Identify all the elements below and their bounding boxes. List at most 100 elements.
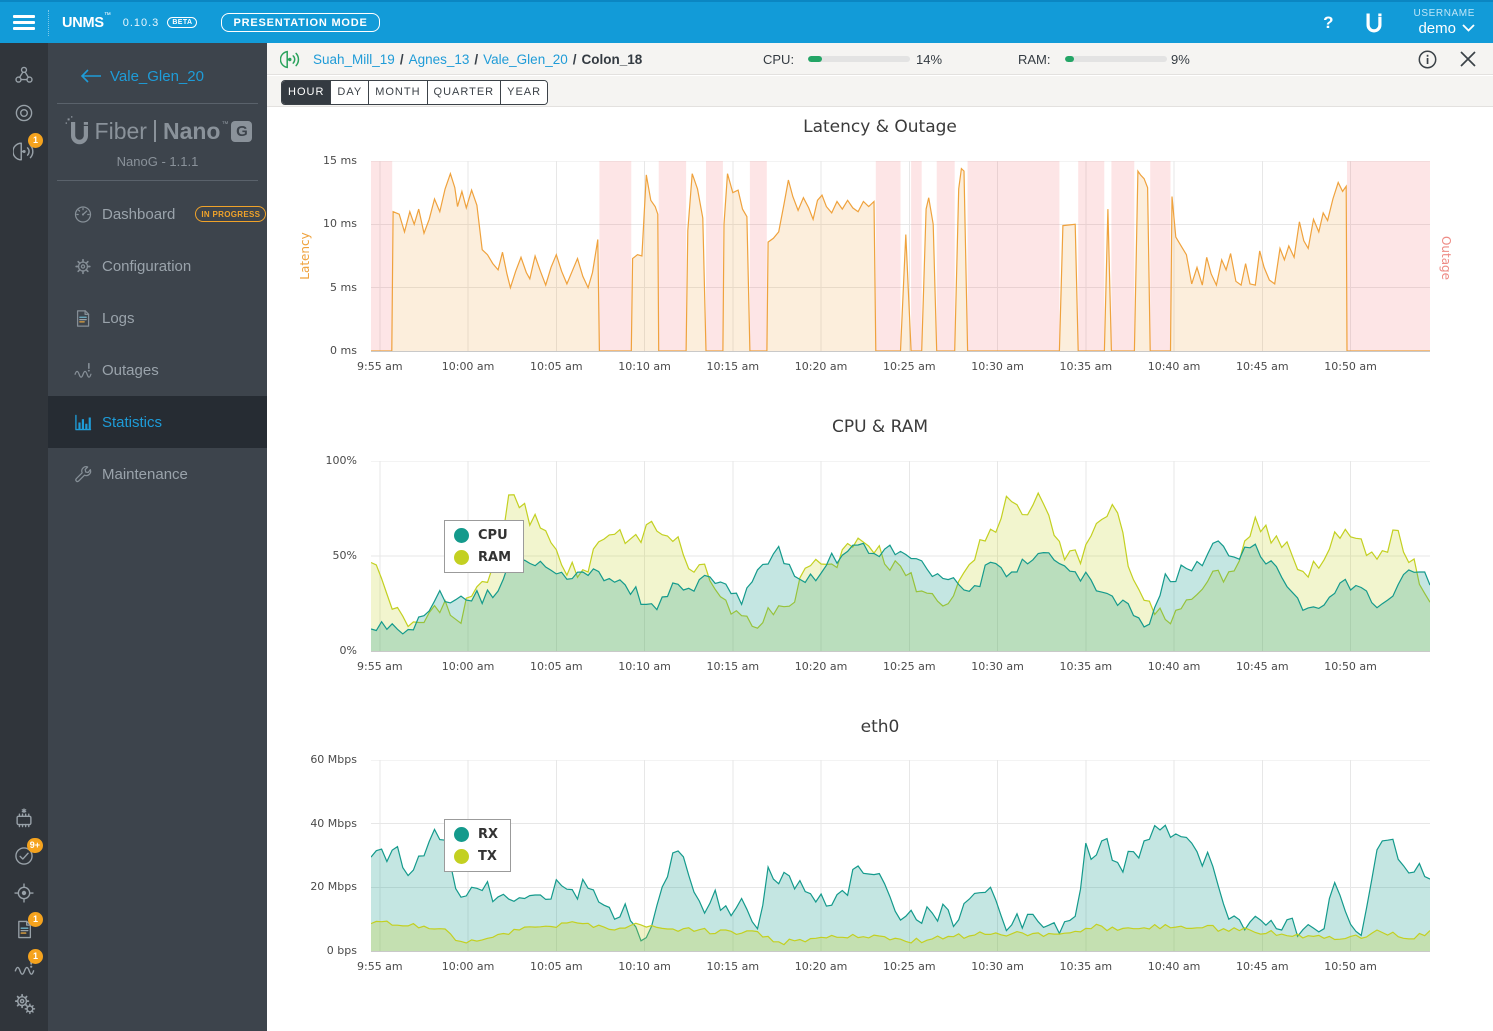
ram-progress-bar [1064,56,1167,62]
chart-title: CPU & RAM [831,417,929,437]
statistics-icon [73,412,93,433]
tab-hour[interactable]: HOUR [282,81,332,104]
x-tick-label: 10:05 am [529,360,583,373]
x-tick-label: 10:50 am [1324,960,1377,973]
rail-item-logs[interactable]: 1 [0,911,48,948]
unms-logo[interactable]: UNMS™ [62,12,111,31]
logo-nano-text: Nano [162,117,221,144]
help-button[interactable]: ? [1323,13,1333,33]
chart-plot[interactable] [371,161,1430,352]
y-tick-label: 15 ms [323,154,357,167]
legend-dot [454,550,469,565]
rail-item-outages[interactable]: 1 [0,948,48,985]
ubiquiti-logo-icon[interactable] [1362,10,1386,36]
rail-item-settings[interactable] [0,985,48,1022]
sidebar-menu: Dashboard IN PROGRESS Configuration Logs … [48,181,267,500]
chart-legend: CPU RAM [444,520,525,573]
x-tick-label: 10:25 am [882,360,936,373]
logo-separator [153,120,156,142]
breadcrumb-separator: / [474,51,479,67]
x-tick-label: 10:10 am [618,360,671,373]
x-tick-label: 10:15 am [706,360,760,373]
chart-title: Latency & Outage [803,117,957,137]
sidebar: Vale_Glen_20 Fiber Nano ™ G NanoG - 1.1.… [48,43,267,1031]
close-button[interactable] [1459,50,1477,68]
legend-item-ram[interactable]: RAM [454,550,511,565]
rail-item-firmware[interactable] [0,800,48,837]
devices-icon [13,102,35,124]
x-tick-label: 10:00 am [441,360,495,373]
tab-year[interactable]: YEAR [501,81,548,104]
outages-icon [73,360,93,381]
ram-value: 9% [1171,51,1190,67]
tab-day[interactable]: DAY [331,81,370,104]
x-tick-label: 10:35 am [1059,960,1113,973]
sites-icon [13,64,35,86]
rail-item-discovery[interactable] [0,874,48,911]
chart-title: eth0 [860,717,900,737]
back-to-site-link[interactable]: Vale_Glen_20 [48,43,267,103]
x-tick-label: 10:25 am [882,660,936,673]
firmware-icon [13,807,35,830]
x-tick-label: 10:45 am [1235,960,1289,973]
user-menu[interactable]: USERNAME demo [1414,8,1475,37]
discovery-icon [13,882,35,904]
rail-item-tasks[interactable]: 9+ [0,837,48,874]
device-header-bar: Suah_Mill_19/Agnes_13/Vale_Glen_20/Colon… [267,43,1493,75]
in-progress-badge: IN PROGRESS [195,206,267,222]
logo-g-badge: G [231,120,253,142]
tab-month[interactable]: MONTH [369,81,428,104]
legend-item-rx[interactable]: RX [454,827,498,842]
breadcrumb-link[interactable]: Suah_Mill_19 [313,52,395,67]
x-tick-label: 10:45 am [1235,660,1289,673]
chart-plot[interactable] [371,461,1430,652]
x-tick-label: 10:10 am [618,660,671,673]
legend-dot [454,528,469,543]
rail-item-antenna[interactable]: 1 [0,132,48,170]
notification-badge: 1 [28,133,43,148]
y-tick-label: 40 Mbps [310,816,357,830]
sidebar-item-outages[interactable]: Outages [48,344,267,396]
notification-badge: 1 [28,949,43,964]
x-tick-label: 10:25 am [882,960,936,973]
x-tick-label: 10:30 am [971,360,1024,373]
legend-label: RAM [478,550,512,565]
sidebar-item-logs[interactable]: Logs [48,292,267,344]
logs-icon [73,308,93,329]
legend-item-cpu[interactable]: CPU [454,528,511,543]
device-logo: Fiber Nano ™ G [48,115,267,147]
x-tick-label: 10:35 am [1059,660,1113,673]
legend-item-tx[interactable]: TX [454,849,498,864]
topbar-right: ? USERNAME demo [1323,8,1493,37]
legend-label: RX [478,827,499,842]
close-icon [1460,51,1476,67]
sidebar-item-label: Maintenance [102,465,188,483]
cpu-progress-bar [808,56,911,62]
presentation-mode-button[interactable]: PRESENTATION MODE [221,13,380,32]
rail-item-devices[interactable] [0,94,48,132]
sidebar-item-statistics[interactable]: Statistics [48,396,267,448]
legend-label: CPU [478,528,508,543]
cpu-label: CPU: [763,51,795,67]
maintenance-icon [73,464,93,485]
topbar-left: UNMS™ 0.10.3 BETA PRESENTATION MODE [0,2,380,43]
hamburger-menu-button[interactable] [0,2,48,43]
rail-item-sites[interactable] [0,56,48,94]
chart-plot[interactable] [371,760,1430,952]
notification-badge: 1 [28,912,43,927]
x-tick-label: 10:35 am [1059,360,1113,373]
tab-quarter[interactable]: QUARTER [427,81,502,104]
ram-label: RAM: [1018,51,1051,67]
y-tick-label: 10 ms [323,217,357,231]
sidebar-item-configuration[interactable]: Configuration [48,240,267,292]
sidebar-item-maintenance[interactable]: Maintenance [48,448,267,500]
info-button[interactable] [1418,50,1437,69]
breadcrumb-link[interactable]: Vale_Glen_20 [483,52,568,67]
sidebar-item-dashboard[interactable]: Dashboard IN PROGRESS [48,188,267,240]
topbar-divider [48,9,49,36]
x-tick-label: 10:20 am [794,960,848,973]
breadcrumb-current: Colon_18 [581,51,643,67]
dashboard-icon [73,204,93,225]
y-tick-label: 60 Mbps [310,753,357,766]
breadcrumb-link[interactable]: Agnes_13 [409,52,470,67]
